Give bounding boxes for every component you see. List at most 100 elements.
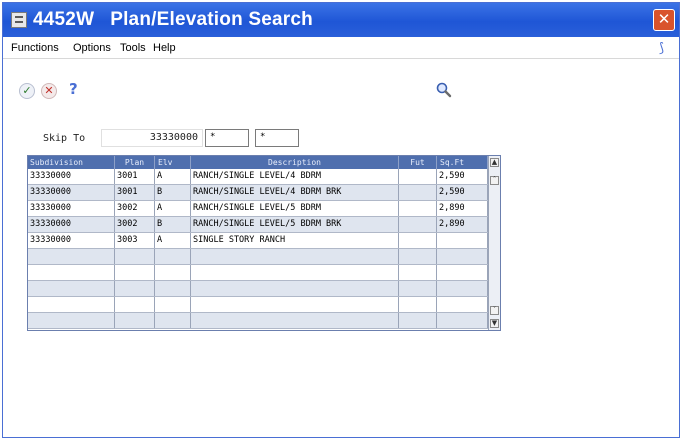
cell-subdivision: 33330000 [28,201,115,216]
scroll-down-button[interactable]: ▼ [490,319,499,328]
cell-description: RANCH/SINGLE LEVEL/5 BDRM BRK [191,217,399,232]
app-window-icon[interactable] [11,12,27,28]
cancel-icon[interactable]: ✕ [41,83,57,99]
cell-plan [115,249,155,264]
column-description[interactable]: Description [191,156,399,169]
scroll-up-small-icon[interactable]: ˆ [490,176,499,185]
exit-bar-icon[interactable]: ⟆ [659,40,664,56]
help-icon[interactable]: ? [69,80,78,98]
cell-sqft [437,281,488,296]
cell-sqft [437,265,488,280]
table-row[interactable] [28,281,488,297]
column-plan[interactable]: Plan [115,156,155,169]
cell-subdivision: 33330000 [28,185,115,200]
cell-fut [399,313,437,328]
scroll-up-button[interactable]: ▲ [490,158,499,167]
cell-sqft: 2,590 [437,185,488,200]
cell-plan: 3001 [115,169,155,184]
cell-plan [115,281,155,296]
cell-description [191,297,399,312]
cell-description: SINGLE STORY RANCH [191,233,399,248]
table-row[interactable] [28,297,488,313]
cell-description [191,265,399,280]
cell-description: RANCH/SINGLE LEVEL/4 BDRM [191,169,399,184]
cell-elv [155,297,191,312]
window-title: 4452W Plan/Elevation Search [33,9,313,31]
cell-subdivision [28,297,115,312]
close-button[interactable]: ✕ [653,9,675,31]
table-row[interactable] [28,249,488,265]
cell-sqft: 2,890 [437,217,488,232]
cell-elv: A [155,169,191,184]
skip-to-elevation-field[interactable]: * [255,129,299,147]
cell-description: RANCH/SINGLE LEVEL/5 BDRM [191,201,399,216]
cell-sqft [437,233,488,248]
app-window: 4452W Plan/Elevation Search ✕ Functions O… [2,2,680,438]
cell-sqft: 2,590 [437,169,488,184]
cell-fut [399,297,437,312]
table-row[interactable] [28,313,488,329]
cell-plan: 3002 [115,201,155,216]
cell-fut [399,265,437,280]
skip-to-subdivision-field[interactable]: 33330000 [101,129,203,147]
cell-elv: B [155,185,191,200]
cell-plan [115,265,155,280]
cell-subdivision [28,249,115,264]
grid-header: Subdivision Plan Elv Description Fut Sq.… [28,156,488,169]
cell-fut [399,217,437,232]
table-row[interactable]: 33330000 3003 A SINGLE STORY RANCH [28,233,488,249]
cell-description [191,249,399,264]
cell-elv [155,281,191,296]
skip-to-label: Skip To [43,133,86,144]
magnifier-icon[interactable] [435,81,453,99]
table-row[interactable]: 33330000 3002 B RANCH/SINGLE LEVEL/5 BDR… [28,217,488,233]
cell-elv: A [155,233,191,248]
cell-plan [115,313,155,328]
cell-sqft [437,249,488,264]
cell-sqft [437,297,488,312]
grid-scrollbar[interactable]: ▲ ˆ ˇ ▼ [488,156,500,330]
cell-plan: 3001 [115,185,155,200]
cell-elv [155,265,191,280]
column-elv[interactable]: Elv [155,156,191,169]
cell-elv [155,313,191,328]
cell-elv: B [155,217,191,232]
cell-fut [399,281,437,296]
column-subdivision[interactable]: Subdivision [28,156,115,169]
table-row[interactable]: 33330000 3002 A RANCH/SINGLE LEVEL/5 BDR… [28,201,488,217]
cell-elv [155,249,191,264]
cell-fut [399,201,437,216]
cell-subdivision: 33330000 [28,169,115,184]
cell-sqft: 2,890 [437,201,488,216]
column-sqft[interactable]: Sq.Ft [437,156,488,169]
menu-bar: Functions Options Tools Help ⟆ [3,37,679,59]
cell-plan: 3003 [115,233,155,248]
table-row[interactable] [28,265,488,281]
cell-description [191,281,399,296]
cell-elv: A [155,201,191,216]
cell-plan [115,297,155,312]
cell-subdivision: 33330000 [28,217,115,232]
program-title: Plan/Elevation Search [110,9,313,30]
menu-options[interactable]: Options [73,42,111,54]
menu-help[interactable]: Help [153,42,176,54]
scroll-down-small-icon[interactable]: ˇ [490,306,499,315]
cell-fut [399,169,437,184]
skip-to-plan-field[interactable]: * [205,129,249,147]
cell-subdivision [28,265,115,280]
menu-functions[interactable]: Functions [11,42,59,54]
column-fut[interactable]: Fut [399,156,437,169]
checkmark-icon[interactable]: ✓ [19,83,35,99]
table-row[interactable]: 33330000 3001 A RANCH/SINGLE LEVEL/4 BDR… [28,169,488,185]
program-code: 4452W [33,9,95,30]
cell-fut [399,233,437,248]
menu-tools[interactable]: Tools [120,42,146,54]
cell-subdivision [28,281,115,296]
cell-fut [399,185,437,200]
table-row[interactable]: 33330000 3001 B RANCH/SINGLE LEVEL/4 BDR… [28,185,488,201]
cell-sqft [437,313,488,328]
cell-description: RANCH/SINGLE LEVEL/4 BDRM BRK [191,185,399,200]
cell-description [191,313,399,328]
cell-fut [399,249,437,264]
cell-subdivision [28,313,115,328]
